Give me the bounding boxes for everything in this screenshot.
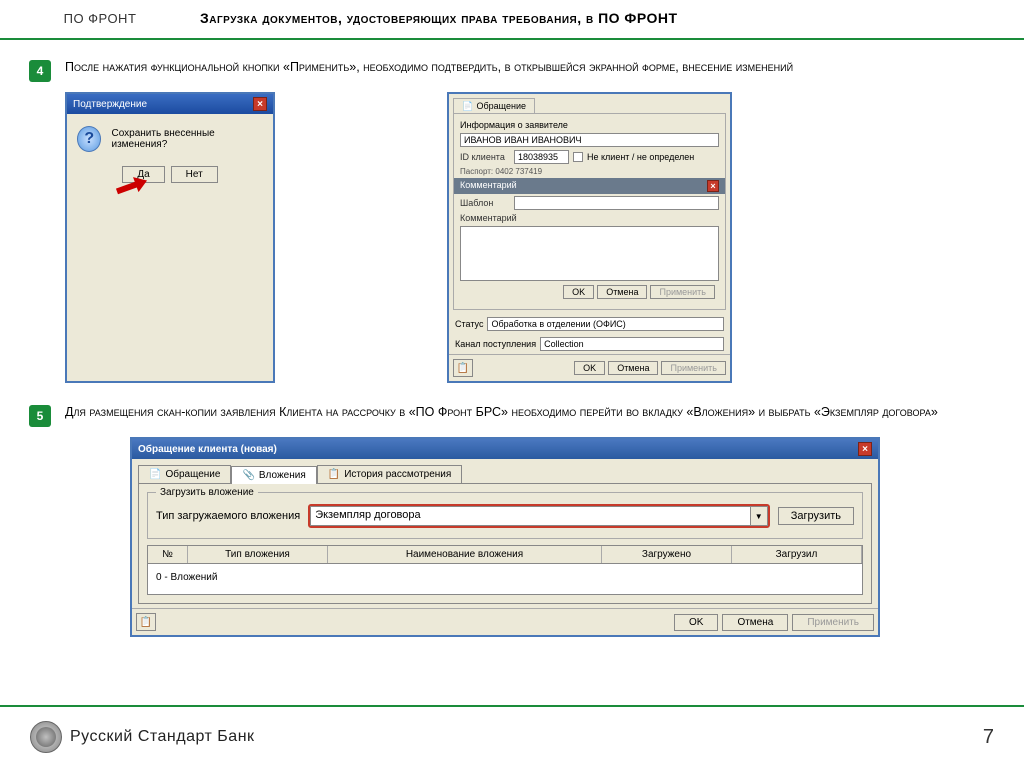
comment-header: Комментарий	[460, 180, 517, 192]
tab-attachments[interactable]: 📎Вложения	[231, 466, 316, 484]
tab-history[interactable]: 📋История рассмотрения	[317, 465, 463, 483]
client-request-dialog: Обращение клиента (новая) × 📄Обращение 📎…	[130, 437, 880, 637]
comment-label: Комментарий	[460, 213, 517, 223]
step5-text: Для размещения скан-копии заявления Клие…	[65, 403, 1009, 427]
history-icon: 📋	[328, 469, 340, 480]
confirm-message: Сохранить внесенные изменения?	[111, 128, 263, 150]
close-icon[interactable]: ×	[707, 180, 719, 192]
fieldset-legend: Загрузить вложение	[156, 487, 258, 498]
channel-field[interactable]: Collection	[540, 337, 724, 351]
info-label: Информация о заявителе	[460, 120, 719, 130]
not-client-checkbox[interactable]	[573, 152, 583, 162]
doc-icon: 📄	[149, 469, 161, 480]
col-type: Тип вложения	[188, 546, 328, 563]
header-breadcrumb: ПО ФРОНТ	[0, 11, 200, 26]
apply-button[interactable]: Применить	[792, 614, 874, 631]
apply-button-2[interactable]: Применить	[661, 361, 726, 375]
template-field[interactable]	[514, 196, 719, 210]
apply-button[interactable]: Применить	[650, 285, 715, 299]
col-name: Наименование вложения	[328, 546, 602, 563]
attachment-type-combo[interactable]: Экземпляр договора ▼	[308, 504, 770, 528]
doc-icon: 📄	[462, 101, 474, 111]
step-badge-4: 4	[29, 60, 51, 82]
client-request-window: 📄 Обращение Информация о заявителе ИВАНО…	[447, 92, 732, 383]
confirm-title: Подтверждение	[73, 99, 147, 110]
footer: Русский Стандарт Банк 7	[0, 705, 1024, 767]
col-user: Загрузил	[732, 546, 862, 563]
close-icon[interactable]: ×	[253, 97, 267, 111]
tool-icon[interactable]: 📋	[453, 359, 473, 377]
load-button[interactable]: Загрузить	[778, 507, 854, 525]
no-button[interactable]: Нет	[171, 166, 218, 183]
page-title: Загрузка документов, удостоверяющих прав…	[200, 10, 1024, 26]
cancel-button-2[interactable]: Отмена	[608, 361, 658, 375]
tab-request[interactable]: 📄Обращение	[138, 465, 231, 483]
client-id-field[interactable]: 18038935	[514, 150, 569, 164]
close-icon[interactable]: ×	[858, 442, 872, 456]
col-loaded: Загружено	[602, 546, 732, 563]
status-label: Статус	[455, 319, 483, 329]
template-label: Шаблон	[460, 198, 510, 208]
bank-name: Русский Стандарт Банк	[70, 728, 255, 746]
attachments-grid: № Тип вложения Наименование вложения Заг…	[147, 545, 863, 595]
ok-button[interactable]: OK	[674, 614, 718, 631]
col-num: №	[148, 546, 188, 563]
id-label: ID клиента	[460, 152, 510, 162]
chevron-down-icon[interactable]: ▼	[750, 506, 768, 526]
ok-button[interactable]: OK	[563, 285, 594, 299]
client-name-field[interactable]: ИВАНОВ ИВАН ИВАНОВИЧ	[460, 133, 719, 147]
grid-empty-row: 0 - Вложений	[148, 564, 862, 594]
cancel-button[interactable]: Отмена	[597, 285, 647, 299]
not-client-label: Не клиент / не определен	[587, 152, 694, 162]
combo-value: Экземпляр договора	[310, 506, 750, 526]
ok-button-2[interactable]: OK	[574, 361, 605, 375]
step-badge-5: 5	[29, 405, 51, 427]
comment-textarea[interactable]	[460, 226, 719, 281]
page-number: 7	[983, 726, 994, 749]
passport-label: Паспорт: 0402 737419	[460, 167, 719, 176]
cancel-button[interactable]: Отмена	[722, 614, 788, 631]
question-icon: ?	[77, 126, 101, 152]
divider	[0, 38, 1024, 40]
dialog-title: Обращение клиента (новая)	[138, 444, 277, 455]
tool-icon[interactable]: 📋	[136, 613, 156, 631]
arrow-icon	[108, 174, 148, 204]
status-field: Обработка в отделении (ОФИС)	[487, 317, 724, 331]
attachment-type-label: Тип загружаемого вложения	[156, 510, 300, 522]
confirm-dialog: Подтверждение × ? Сохранить внесенные из…	[65, 92, 275, 383]
tab-request[interactable]: 📄 Обращение	[453, 98, 535, 113]
channel-label: Канал поступления	[455, 339, 536, 349]
bank-logo-icon	[30, 721, 62, 753]
attach-icon: 📎	[242, 470, 254, 481]
step4-text: После нажатия функциональной кнопки «При…	[65, 58, 1009, 82]
